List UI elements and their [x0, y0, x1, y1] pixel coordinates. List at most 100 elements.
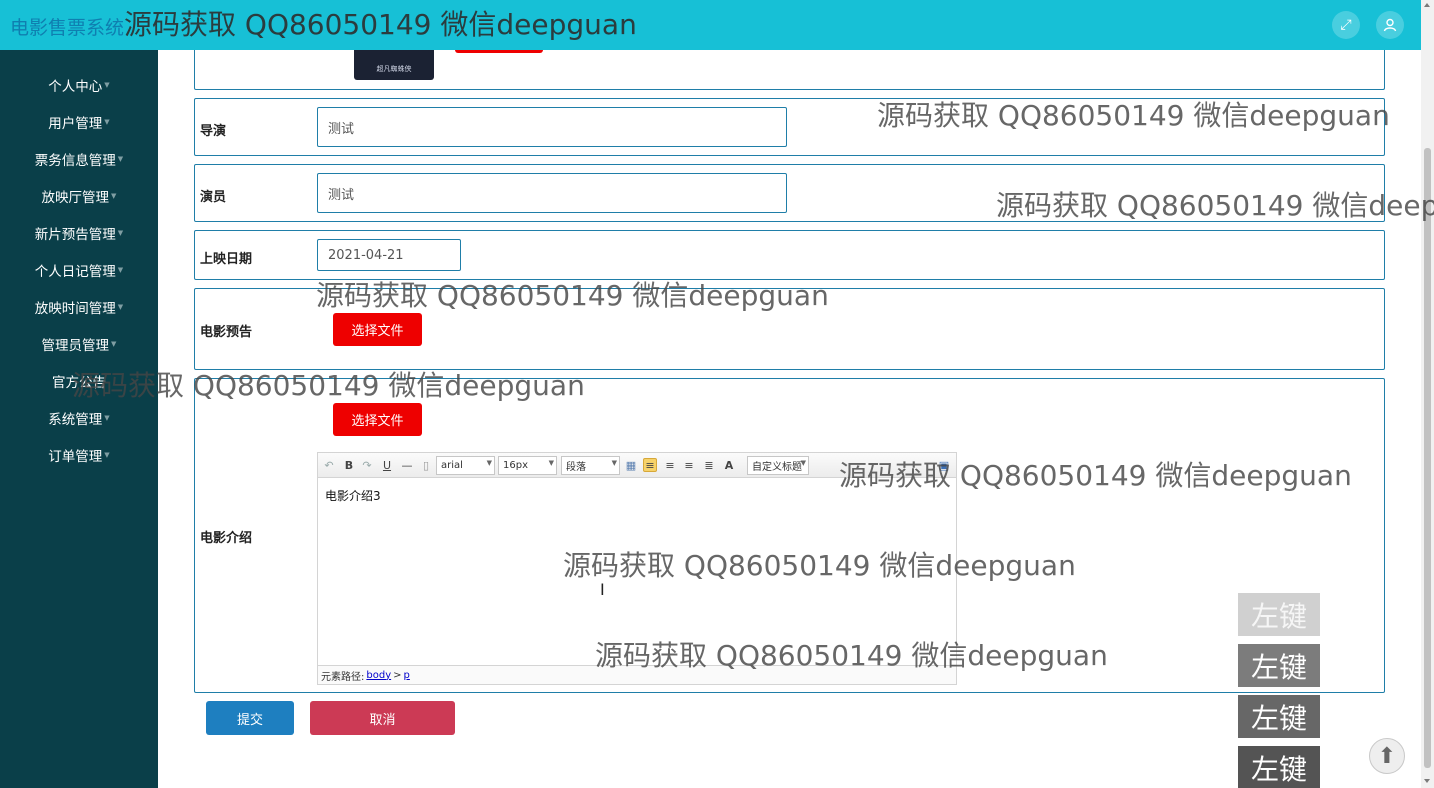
path-body-link[interactable]: body	[366, 670, 391, 681]
chevron-down-icon: ▼	[104, 80, 110, 89]
sidebar-item-personal-center[interactable]: 个人中心 ▼	[0, 66, 158, 103]
chevron-down-icon: ▼	[117, 302, 124, 311]
actors-input[interactable]: 测试	[317, 173, 787, 213]
fullscreen-editor-icon[interactable]: ▣	[937, 458, 951, 472]
submit-button[interactable]: 提交	[206, 701, 294, 735]
poster-upload-button[interactable]	[455, 50, 543, 53]
left-click-indicator: 左键	[1238, 746, 1320, 788]
chevron-down-icon: ▼	[104, 450, 110, 459]
left-click-indicator: 左键	[1238, 695, 1320, 738]
sidebar-item-label: 新片预告管理	[34, 226, 116, 243]
sidebar-item-system[interactable]: 系统管理 ▼	[0, 399, 158, 436]
sidebar-item-tickets[interactable]: 票务信息管理 ▼	[0, 140, 158, 177]
sidebar-item-users[interactable]: 用户管理 ▼	[0, 103, 158, 140]
poster-thumb-text: 超凡蜘蛛侠	[376, 65, 412, 73]
sidebar-item-label: 管理员管理	[41, 337, 110, 354]
chevron-down-icon: ▼	[104, 413, 110, 422]
sidebar: 个人中心 ▼ 用户管理 ▼ 票务信息管理 ▼ 放映厅管理 ▼ 新片预告管理 ▼ 个人日记管…	[0, 50, 158, 788]
chevron-down-icon: ▼	[111, 339, 117, 348]
poster-row: 超凡蜘蛛侠	[194, 50, 1385, 90]
align-center-icon[interactable]: ≡	[663, 458, 677, 472]
main-content: 超凡蜘蛛侠 导演 测试 演员 测试 上映日期 2021-04-21 电影预告 选…	[158, 50, 1421, 788]
actors-label: 演员	[200, 190, 227, 205]
paragraph-select[interactable]: 段落 ▼	[561, 456, 620, 475]
element-path-label: 元素路径:	[321, 671, 365, 683]
release-date-row: 上映日期 2021-04-21	[194, 230, 1385, 280]
app-title: 电影售票系统	[10, 17, 125, 39]
align-justify-icon[interactable]: ≣	[702, 458, 716, 472]
font-family-value: arial	[441, 460, 463, 471]
poster-thumbnail[interactable]: 超凡蜘蛛侠	[354, 50, 434, 80]
left-click-indicator: 左键	[1238, 644, 1320, 687]
path-separator: >	[393, 669, 402, 681]
sidebar-item-label: 官方公告	[52, 374, 106, 391]
expand-icon[interactable]: ⤢	[1332, 11, 1360, 39]
bold-icon[interactable]: B	[342, 458, 356, 472]
director-input[interactable]: 测试	[317, 107, 787, 147]
chevron-down-icon: ▼	[104, 117, 110, 126]
scroll-thumb[interactable]	[1424, 148, 1431, 768]
paste-icon[interactable]: ▯	[419, 458, 433, 472]
trailer-label: 电影预告	[200, 325, 253, 340]
text-cursor-icon: I	[600, 580, 605, 599]
chevron-down-icon: ▼	[117, 154, 124, 163]
chevron-down-icon: ▼	[117, 228, 124, 237]
trailer-file-button[interactable]: 选择文件	[333, 313, 422, 346]
top-bar: 电影售票系统 ⤢	[0, 0, 1421, 50]
sidebar-item-showtimes[interactable]: 放映时间管理 ▼	[0, 288, 158, 325]
sidebar-item-trailers[interactable]: 新片预告管理 ▼	[0, 214, 158, 251]
horizontal-rule-icon[interactable]: —	[400, 458, 414, 472]
chevron-down-icon: ▼	[111, 191, 117, 200]
font-family-select[interactable]: arial ▼	[436, 456, 495, 475]
font-color-icon[interactable]: A	[722, 458, 736, 472]
user-icon[interactable]	[1376, 11, 1404, 39]
left-click-indicator: 左键	[1238, 593, 1320, 636]
trailer-row: 电影预告 选择文件	[194, 288, 1385, 370]
actors-row: 演员 测试	[194, 164, 1385, 222]
sidebar-item-label: 个人中心	[48, 78, 103, 95]
editor-toolbar: ↶ B ↷ U — ▯ arial ▼ 16px ▼ 段落 ▼ ▦ ≡ ≡ ≡ ≣ A…	[318, 453, 956, 478]
dropdown-arrow-icon: ▼	[800, 459, 806, 467]
dropdown-arrow-icon: ▼	[611, 459, 617, 467]
arrow-up-icon: ⬆	[1377, 743, 1397, 769]
sidebar-item-label: 放映时间管理	[34, 300, 116, 317]
underline-icon[interactable]: U	[380, 458, 394, 472]
release-date-label: 上映日期	[200, 252, 253, 267]
release-date-input[interactable]: 2021-04-21	[317, 239, 461, 271]
custom-title-value: 自定义标题	[752, 462, 802, 473]
align-left-icon[interactable]: ≡	[643, 458, 657, 472]
sidebar-item-orders[interactable]: 订单管理 ▼	[0, 436, 158, 473]
sidebar-item-label: 用户管理	[48, 115, 103, 132]
paragraph-value: 段落	[566, 462, 586, 473]
page-scrollbar[interactable]	[1421, 0, 1434, 788]
sidebar-item-halls[interactable]: 放映厅管理 ▼	[0, 177, 158, 214]
sidebar-item-diary[interactable]: 个人日记管理 ▼	[0, 251, 158, 288]
font-size-value: 16px	[503, 460, 528, 471]
custom-title-select[interactable]: 自定义标题 ▼	[747, 456, 809, 475]
sidebar-item-label: 放映厅管理	[41, 189, 110, 206]
align-right-icon[interactable]: ≡	[682, 458, 696, 472]
undo-icon[interactable]: ↶	[322, 458, 336, 472]
sidebar-item-label: 票务信息管理	[34, 152, 116, 169]
font-size-select[interactable]: 16px ▼	[498, 456, 557, 475]
intro-row: 电影介绍 选择文件 ↶ B ↷ U — ▯ arial ▼ 16px ▼ 段落 ▼ ▦…	[194, 378, 1385, 693]
redo-icon[interactable]: ↷	[360, 458, 374, 472]
sidebar-item-admins[interactable]: 管理员管理 ▼	[0, 325, 158, 362]
element-path-bar: 元素路径: body > p	[318, 665, 956, 684]
scroll-down-icon[interactable]	[1424, 779, 1430, 783]
intro-file-button[interactable]: 选择文件	[333, 403, 422, 436]
dropdown-arrow-icon: ▼	[486, 459, 492, 467]
table-icon[interactable]: ▦	[624, 458, 638, 472]
director-label: 导演	[200, 124, 227, 139]
path-p-link[interactable]: p	[404, 670, 410, 681]
director-row: 导演 测试	[194, 98, 1385, 156]
cancel-button[interactable]: 取消	[310, 701, 455, 735]
scroll-up-icon[interactable]	[1424, 3, 1430, 7]
back-to-top-button[interactable]: ⬆	[1369, 738, 1405, 774]
sidebar-item-label: 个人日记管理	[34, 263, 116, 280]
editor-content[interactable]: 电影介绍3	[325, 487, 381, 504]
intro-label: 电影介绍	[200, 531, 253, 546]
chevron-down-icon: ▼	[117, 265, 124, 274]
rich-text-editor: ↶ B ↷ U — ▯ arial ▼ 16px ▼ 段落 ▼ ▦ ≡ ≡ ≡ ≣ A…	[317, 452, 957, 685]
sidebar-item-announcements[interactable]: 官方公告	[0, 362, 158, 399]
